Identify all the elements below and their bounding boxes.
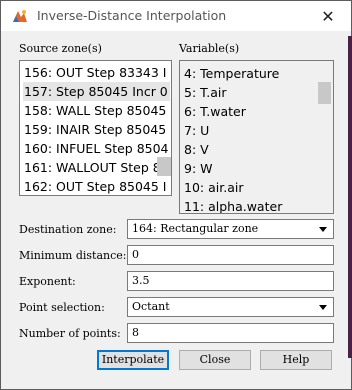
variable-item[interactable]: 7: U	[183, 121, 314, 140]
source-zones-scroll-thumb[interactable]	[157, 157, 171, 176]
source-zone-item[interactable]: 162: OUT Step 85045 I	[23, 177, 170, 195]
source-zone-item[interactable]: 158: WALL Step 85045	[23, 101, 170, 120]
source-zone-item[interactable]: 159: INAIR Step 85045	[23, 120, 170, 139]
chevron-down-icon	[319, 305, 327, 310]
destination-zone-select[interactable]: 164: Rectangular zone	[127, 219, 334, 239]
number-of-points-input[interactable]: 8	[127, 323, 334, 343]
source-zone-item[interactable]: 157: Step 85045 Incr 0	[23, 82, 170, 101]
variable-item[interactable]: 10: air.air	[183, 178, 314, 197]
exponent-label: Exponent:	[19, 275, 76, 288]
destination-zone-label: Destination zone:	[19, 223, 117, 236]
destination-zone-value: 164: Rectangular zone	[132, 222, 259, 235]
variable-item[interactable]: 6: T.water	[183, 102, 314, 121]
close-button[interactable]: Close	[179, 350, 251, 370]
source-zone-item[interactable]: 160: INFUEL Step 8504	[23, 139, 170, 158]
variables-scrollbar[interactable]	[317, 62, 332, 212]
variable-item[interactable]: 5: T.air	[183, 83, 314, 102]
app-icon	[12, 8, 28, 24]
point-selection-label: Point selection:	[19, 301, 105, 314]
background-edge	[348, 36, 352, 358]
point-selection-value: Octant	[132, 300, 170, 313]
close-icon: ✕	[321, 6, 335, 26]
number-of-points-label: Number of points:	[19, 327, 121, 340]
point-selection-select[interactable]: Octant	[127, 297, 334, 317]
chevron-down-icon	[319, 227, 327, 232]
minimum-distance-input[interactable]: 0	[127, 245, 334, 265]
variable-item[interactable]: 11: alpha.water	[183, 197, 314, 213]
source-zone-item[interactable]: 156: OUT Step 83343 I	[23, 63, 170, 82]
variable-item[interactable]: 8: V	[183, 140, 314, 159]
variables-listbox[interactable]: 4: Temperature 5: T.air 6: T.water 7: U …	[179, 60, 334, 214]
minimum-distance-label: Minimum distance:	[19, 249, 127, 262]
source-zones-listbox[interactable]: 156: OUT Step 83343 I 157: Step 85045 In…	[19, 60, 172, 196]
variable-item[interactable]: 9: W	[183, 159, 314, 178]
source-zones-label: Source zone(s)	[19, 42, 102, 55]
variables-scroll-thumb[interactable]	[318, 82, 331, 104]
close-window-button[interactable]: ✕	[313, 6, 343, 26]
interpolation-dialog: Inverse-Distance Interpolation ✕ Source …	[0, 0, 352, 390]
title-bar[interactable]: Inverse-Distance Interpolation ✕	[1, 1, 351, 31]
source-zone-item[interactable]: 161: WALLOUT Step 85	[23, 158, 157, 177]
interpolate-button[interactable]: Interpolate	[97, 350, 169, 370]
variable-item[interactable]: 4: Temperature	[183, 64, 314, 83]
window-title: Inverse-Distance Interpolation	[37, 8, 227, 23]
help-button[interactable]: Help	[260, 350, 332, 370]
variables-label: Variable(s)	[179, 42, 240, 55]
exponent-input[interactable]: 3.5	[127, 271, 334, 291]
